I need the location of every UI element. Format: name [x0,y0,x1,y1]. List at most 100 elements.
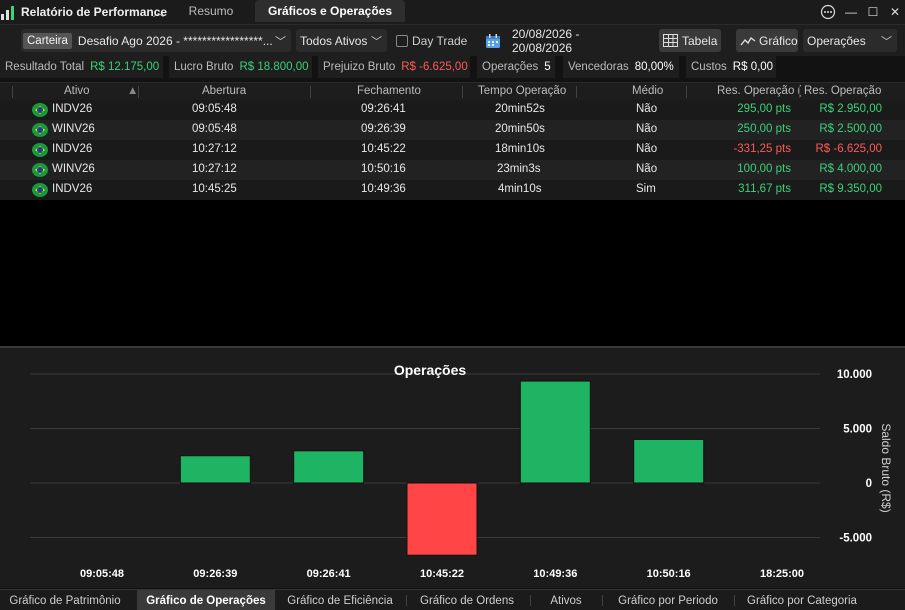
stat-prejuizo-bruto: Prejuizo Bruto R$ -6.625,00 [318,56,470,78]
tab-graficos-operacoes[interactable]: Gráficos e Operações [255,0,405,22]
stat-operacoes: Operações 5 [477,56,555,78]
cell-tempo: 20min52s [495,103,545,115]
stat-resultado-total: Resultado Total R$ 12.175,00 [0,56,163,78]
cell-tempo: 18min10s [495,143,545,155]
brazil-flag-icon [32,103,48,117]
col-fechamento[interactable]: Fechamento [357,85,421,97]
y-tick-label: 0 [866,478,872,490]
cell-tempo: 23min3s [497,163,541,175]
col-tempo-operacao[interactable]: Tempo Operação [478,85,566,97]
table-row[interactable]: INDV26 10:45:25 10:49:36 4min10s Sim 311… [0,180,905,200]
cell-ativo: WINV26 [52,123,95,135]
view-select[interactable]: Operações ﹀ [803,29,897,52]
cell-fechamento: 09:26:41 [361,103,406,115]
stat-value: R$ 12.175,00 [90,61,160,73]
cell-fechamento: 10:45:22 [361,143,406,155]
chart-bar[interactable] [633,438,705,484]
tabela-button[interactable]: Tabela [659,29,721,52]
stat-value: R$ -6.625,00 [401,61,468,73]
y-tick-label: -5.000 [839,533,872,545]
col-ativo[interactable]: Ativo [64,85,90,97]
close-icon[interactable]: ✕ [886,3,904,21]
cell-abertura: 10:27:12 [192,143,237,155]
cell-abertura: 10:45:25 [192,183,237,195]
ativos-select[interactable]: Todos Ativos ﹀ [296,29,387,52]
cell-ativo: WINV26 [52,163,95,175]
cell-ativo: INDV26 [52,183,93,195]
view-select-value: Operações [807,33,866,48]
table-row[interactable]: WINV26 09:05:48 09:26:39 20min50s Não 25… [0,120,905,140]
stat-lucro-bruto: Lucro Bruto R$ 18.800,00 [169,56,312,78]
minimize-icon[interactable]: — [842,3,860,21]
tab-grafico-eficiencia[interactable]: Gráfico de Eficiência [280,590,400,610]
cell-medio: Não [636,163,658,175]
x-tick-label: 18:25:00 [760,568,804,580]
tab-grafico-periodo[interactable]: Gráfico por Periodo [608,590,728,610]
cell-tempo: 20min50s [495,123,545,135]
chart-bar[interactable] [406,482,478,556]
cell-res-brl: R$ -6.625,00 [815,143,883,155]
stat-label: Prejuizo Bruto [323,61,396,73]
stat-label: Lucro Bruto [174,61,234,73]
tab-grafico-patrimonio[interactable]: Gráfico de Patrimônio [0,590,130,610]
stat-custos: Custos R$ 0,00 [686,56,776,78]
stat-vencedoras: Vencedoras 80,00% [563,56,679,78]
table-row[interactable]: INDV26 10:27:12 10:45:22 18min10s Não -3… [0,140,905,160]
chevron-down-icon: ﹀ [371,36,382,48]
cell-res-brl: R$ 4.000,00 [819,163,882,175]
x-tick-label: 09:26:39 [193,568,237,580]
tab-grafico-operacoes[interactable]: Gráfico de Operações [137,590,275,610]
col-medio[interactable]: Médio [632,85,663,97]
brazil-flag-icon [32,123,48,137]
brazil-flag-icon [32,163,48,177]
chevron-up-icon[interactable]: ︿ [153,4,164,20]
stat-label: Resultado Total [5,61,85,73]
cell-fechamento: 10:49:36 [361,183,406,195]
col-res-operacao-pts[interactable]: Res. Operação ( [717,85,801,97]
col-abertura[interactable]: Abertura [202,85,246,97]
carteira-label: Carteira [23,32,72,49]
title-bar: Relatório de Performance ︿ Resumo Gráfic… [0,0,905,24]
table-row[interactable]: INDV26 09:05:48 09:26:41 20min52s Não 29… [0,100,905,120]
app-title[interactable]: Relatório de Performance [21,5,167,19]
cell-abertura: 09:05:48 [192,103,237,115]
brazil-flag-icon [32,183,48,197]
table-header: Ativo ▲ Abertura Fechamento Tempo Operaç… [0,82,905,100]
tab-ativos[interactable]: Ativos [536,590,596,610]
table-empty-area [0,200,905,346]
stat-label: Operações [482,61,539,73]
carteira-select[interactable]: Carteira Desafio Ago 2026 - ************… [21,29,291,52]
cell-abertura: 10:27:12 [192,163,237,175]
ativos-value: Todos Ativos [300,33,368,48]
tab-resumo[interactable]: Resumo [172,0,250,22]
col-res-operacao-brl[interactable]: Res. Operação [804,85,881,97]
maximize-icon[interactable]: ☐ [864,3,882,21]
table-body: INDV26 09:05:48 09:26:41 20min52s Não 29… [0,100,905,200]
cell-medio: Não [636,143,658,155]
tab-grafico-categoria[interactable]: Gráfico por Categoria [738,590,866,610]
calendar-icon[interactable] [485,29,503,52]
operacoes-chart: 09:05:48 09:26:39 09:26:41 10:45:22 10:49:36… [0,348,905,588]
cell-res-pts: 311,67 pts [738,183,791,195]
y-tick-label: 5.000 [843,424,872,436]
sort-asc-icon[interactable]: ▲ [127,85,138,97]
grafico-button[interactable]: Gráfico [736,29,798,52]
cell-medio: Sim [636,183,656,195]
cell-fechamento: 10:50:16 [361,163,406,175]
app-logo-icon [1,6,14,20]
chart-bar[interactable] [179,455,251,484]
chart-bar[interactable] [519,380,591,484]
cell-res-pts: 250,00 pts [737,123,791,135]
tabela-label: Tabela [682,33,718,48]
checkbox-icon[interactable] [396,34,408,47]
chart-bar[interactable] [293,450,365,484]
daytrade-checkbox[interactable]: Day Trade [396,29,476,52]
table-row[interactable]: WINV26 10:27:12 10:50:16 23min3s Não 100… [0,160,905,180]
x-tick-label: 10:50:16 [647,568,691,580]
stat-value: R$ 0,00 [732,61,774,73]
ellipsis-circle-icon[interactable] [819,3,837,21]
x-tick-label: 09:26:41 [307,568,351,580]
date-range[interactable]: 20/08/2026 - 20/08/2026 [512,27,642,55]
tab-grafico-ordens[interactable]: Gráfico de Ordens [410,590,524,610]
stat-value: R$ 18.800,00 [239,61,309,73]
